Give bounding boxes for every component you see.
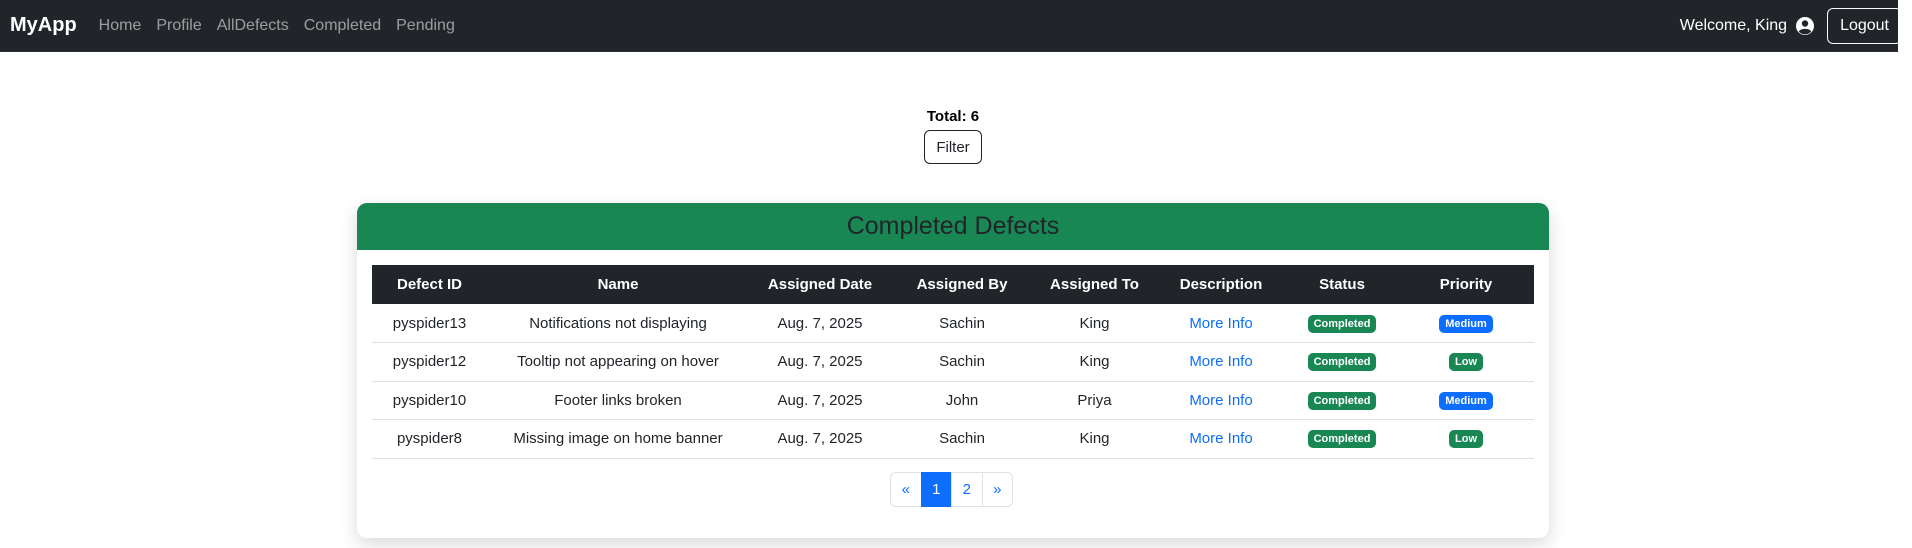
- assigned-by-cell: John: [891, 381, 1033, 420]
- status-cell: Completed: [1286, 342, 1398, 382]
- nav-link-completed[interactable]: Completed: [304, 17, 381, 35]
- scrollbar[interactable]: [1898, 0, 1912, 548]
- top-navbar: MyApp Home Profile AllDefects Completed …: [0, 0, 1912, 52]
- priority-cell: Low: [1398, 342, 1534, 382]
- user-circle-icon: [1795, 16, 1815, 36]
- table-row: pyspider8 Missing image on home banner A…: [372, 419, 1534, 459]
- logout-button[interactable]: Logout: [1827, 7, 1902, 44]
- priority-badge: Low: [1449, 353, 1483, 372]
- pagination-next-button[interactable]: »: [981, 472, 1013, 507]
- nav-link-alldefects[interactable]: AllDefects: [217, 17, 289, 35]
- priority-cell: Low: [1398, 419, 1534, 459]
- priority-cell: Medium: [1398, 304, 1534, 343]
- status-badge: Completed: [1307, 430, 1377, 449]
- filter-button[interactable]: Filter: [924, 130, 982, 164]
- priority-badge: Medium: [1439, 314, 1493, 333]
- brand-logo[interactable]: MyApp: [10, 14, 77, 37]
- assigned-to-cell: King: [1033, 304, 1156, 343]
- table-row: pyspider13 Notifications not displaying …: [372, 304, 1534, 343]
- col-header-description: Description: [1156, 265, 1286, 304]
- description-cell: More Info: [1156, 419, 1286, 459]
- assigned-date-cell: Aug. 7, 2025: [749, 304, 891, 343]
- priority-badge: Low: [1449, 430, 1483, 449]
- status-badge: Completed: [1307, 391, 1377, 410]
- defect-name-cell: Footer links broken: [487, 381, 749, 420]
- pagination-page-1[interactable]: 1: [920, 472, 952, 507]
- card-header: Completed Defects: [357, 203, 1549, 250]
- total-count: Total: 6: [926, 108, 980, 125]
- status-cell: Completed: [1286, 419, 1398, 459]
- more-info-link[interactable]: More Info: [1189, 353, 1252, 370]
- status-badge: Completed: [1307, 353, 1377, 372]
- assigned-date-cell: Aug. 7, 2025: [749, 381, 891, 420]
- total-summary: Total: 6: [0, 108, 1906, 126]
- col-header-assigned-to: Assigned To: [1033, 265, 1156, 304]
- card-title: Completed Defects: [846, 212, 1060, 240]
- more-info-link[interactable]: More Info: [1189, 392, 1252, 409]
- col-header-name: Name: [487, 265, 749, 304]
- defect-name-cell: Notifications not displaying: [487, 304, 749, 343]
- status-badge: Completed: [1307, 314, 1377, 333]
- assigned-by-cell: Sachin: [891, 342, 1033, 382]
- col-header-assigned-by: Assigned By: [891, 265, 1033, 304]
- description-cell: More Info: [1156, 304, 1286, 343]
- assigned-date-cell: Aug. 7, 2025: [749, 342, 891, 382]
- pagination-prev-button[interactable]: «: [890, 472, 922, 507]
- defect-id-cell: pyspider12: [372, 342, 487, 382]
- pagination: « 1 2 »: [890, 472, 1013, 507]
- completed-defects-card: Completed Defects Defect ID Name Assigne…: [357, 203, 1549, 538]
- more-info-link[interactable]: More Info: [1189, 430, 1252, 447]
- assigned-date-cell: Aug. 7, 2025: [749, 419, 891, 459]
- assigned-by-cell: Sachin: [891, 419, 1033, 459]
- defect-id-cell: pyspider8: [372, 419, 487, 459]
- nav-link-home[interactable]: Home: [99, 17, 142, 35]
- defect-name-cell: Missing image on home banner: [487, 419, 749, 459]
- defect-id-cell: pyspider10: [372, 381, 487, 420]
- defects-table: Defect ID Name Assigned Date Assigned By…: [372, 265, 1534, 459]
- assigned-to-cell: King: [1033, 342, 1156, 382]
- nav-link-profile[interactable]: Profile: [156, 17, 201, 35]
- assigned-to-cell: King: [1033, 419, 1156, 459]
- col-header-status: Status: [1286, 265, 1398, 304]
- nav-links: Home Profile AllDefects Completed Pendin…: [99, 17, 455, 35]
- status-cell: Completed: [1286, 381, 1398, 420]
- status-cell: Completed: [1286, 304, 1398, 343]
- col-header-priority: Priority: [1398, 265, 1534, 304]
- description-cell: More Info: [1156, 381, 1286, 420]
- table-row: pyspider12 Tooltip not appearing on hove…: [372, 342, 1534, 382]
- description-cell: More Info: [1156, 342, 1286, 382]
- nav-link-pending[interactable]: Pending: [396, 17, 455, 35]
- assigned-by-cell: Sachin: [891, 304, 1033, 343]
- welcome-text: Welcome, King: [1679, 16, 1788, 34]
- pagination-page-2[interactable]: 2: [951, 472, 983, 507]
- priority-cell: Medium: [1398, 381, 1534, 420]
- col-header-defect-id: Defect ID: [372, 265, 487, 304]
- nav-user-area: Welcome, King Logout: [1679, 7, 1902, 44]
- defect-name-cell: Tooltip not appearing on hover: [487, 342, 749, 382]
- table-header-row: Defect ID Name Assigned Date Assigned By…: [372, 265, 1534, 304]
- assigned-to-cell: Priya: [1033, 381, 1156, 420]
- defect-id-cell: pyspider13: [372, 304, 487, 343]
- priority-badge: Medium: [1439, 391, 1493, 410]
- table-row: pyspider10 Footer links broken Aug. 7, 2…: [372, 381, 1534, 420]
- more-info-link[interactable]: More Info: [1189, 315, 1252, 332]
- col-header-assigned-date: Assigned Date: [749, 265, 891, 304]
